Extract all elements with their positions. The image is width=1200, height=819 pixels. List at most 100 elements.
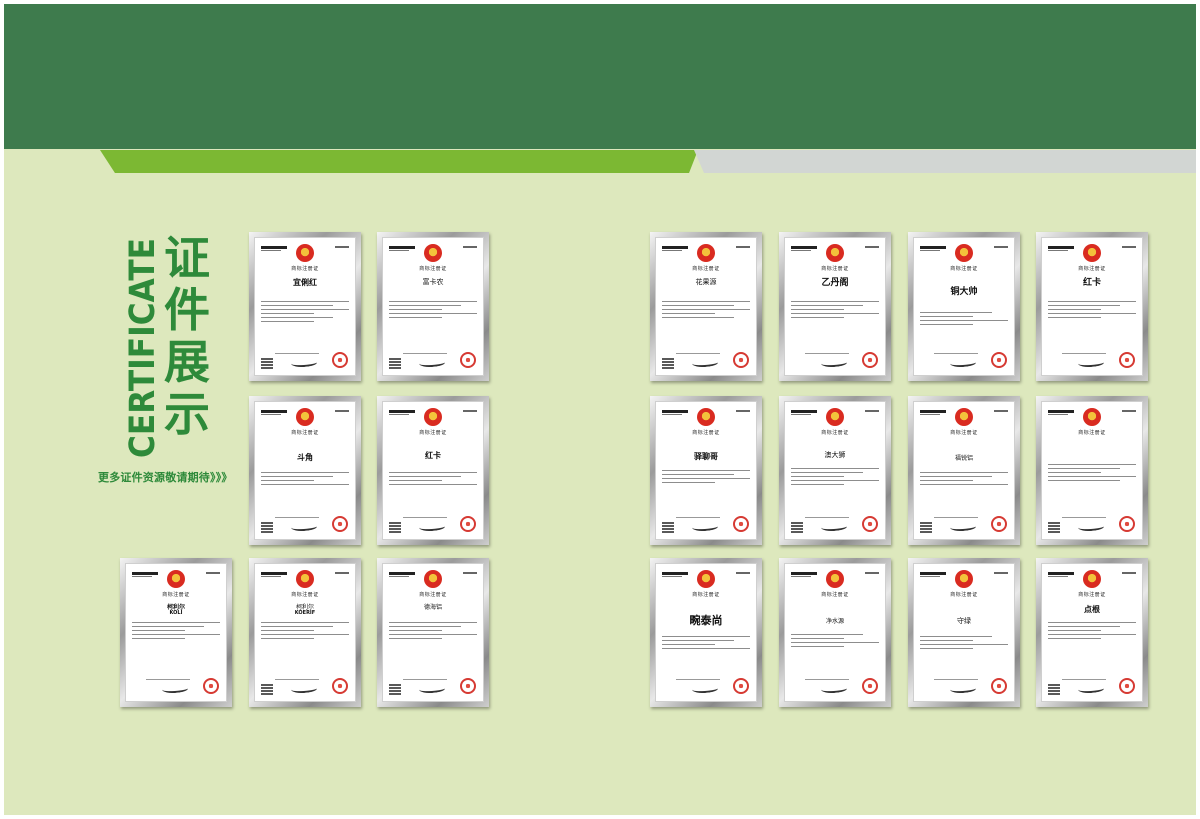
qr-code-icon [662,521,674,533]
trademark-name: 澳大狮 [824,451,846,459]
certificate-heading: 商标注册证 [419,266,447,272]
certificate-heading: 商标注册证 [419,592,447,598]
qr-code-icon [791,521,803,533]
official-seal-icon [1119,516,1135,532]
title-char: 证 [164,231,210,285]
national-emblem-icon [955,408,973,426]
certificate-heading: 商标注册证 [419,430,447,436]
official-seal-icon [991,352,1007,368]
trademark-name: 净水源 [825,618,844,625]
signature [691,357,719,369]
certificate-heading: 商标注册证 [950,430,978,436]
signature [418,357,446,369]
signature [820,357,848,369]
certificate-heading: 商标注册证 [291,430,319,436]
signature [691,683,719,695]
national-emblem-icon [826,408,844,426]
more-coming-text: 更多证件资源敬请期待》》》 [98,471,233,484]
signature [1077,521,1105,533]
national-emblem-icon [955,570,973,588]
certificate-heading: 商标注册证 [162,592,190,598]
official-seal-icon [460,352,476,368]
signature [820,683,848,695]
official-seal-icon [991,516,1007,532]
certificate-heading: 商标注册证 [692,430,720,436]
certificate-frame: 商标注册证 点根 [1036,558,1148,707]
qr-code-icon [261,521,273,533]
qr-code-icon [389,683,401,695]
certificate-frame: 商标注册证 斗角 [249,396,361,545]
trademark-name: 守绿 [957,617,971,625]
trademark-subtitle: KOERIF [294,610,316,616]
certificate-frame: 商标注册证 澳大狮 [779,396,891,545]
official-seal-icon [460,516,476,532]
national-emblem-icon [697,244,715,262]
national-emblem-icon [1083,244,1101,262]
signature [1077,683,1105,695]
certificate-frame: 商标注册证 铜大帅 [908,232,1020,381]
certificate-frame: 商标注册证 驿聊哥 [650,396,762,545]
certificate-frame: 商标注册证 花果源 [650,232,762,381]
official-seal-icon [733,678,749,694]
certificate-frame: 商标注册证 净水源 [779,558,891,707]
gray-stripe [694,150,1196,173]
trademark-name: 红卡 [425,451,441,460]
trademark-name: 畹泰尚 [689,614,723,627]
national-emblem-icon [424,408,442,426]
trademark-subtitle: KOLI [169,610,183,616]
certificate-frame: 商标注册证 畹泰尚 [650,558,762,707]
official-seal-icon [203,678,219,694]
national-emblem-icon [296,570,314,588]
official-seal-icon [733,516,749,532]
certificate-heading: 商标注册证 [1078,266,1106,272]
certificate-frame: 商标注册证 德海铝 [377,558,489,707]
signature [418,521,446,533]
title-english: CERTIFICATE [124,238,160,458]
svg-text:CERTIFICATE: CERTIFICATE [124,238,160,458]
signature [949,521,977,533]
trademark-name: 点根 [1084,605,1100,614]
national-emblem-icon [826,244,844,262]
trademark-name: 乙丹阁 [821,278,849,288]
certificate-heading: 商标注册证 [950,266,978,272]
official-seal-icon [332,516,348,532]
trademark-name: 斗角 [297,453,313,462]
title-chinese: 证 件 展 示 [160,232,214,440]
signature [418,683,446,695]
trademark-name: 铜大帅 [950,287,978,297]
certificate-frame: 商标注册证 守绿 [908,558,1020,707]
official-seal-icon [862,516,878,532]
qr-code-icon [389,357,401,369]
national-emblem-icon [697,408,715,426]
national-emblem-icon [296,244,314,262]
national-emblem-icon [826,570,844,588]
qr-code-icon [261,357,273,369]
signature [1077,357,1105,369]
trademark-name: 红卡 [1082,278,1101,288]
certificate-heading: 商标注册证 [950,592,978,598]
title-char: 件 [164,283,210,337]
certificate-frame: 商标注册证 宜俐红 [249,232,361,381]
national-emblem-icon [167,570,185,588]
signature [949,357,977,369]
official-seal-icon [1119,678,1135,694]
signature [949,683,977,695]
certificate-heading: 商标注册证 [821,430,849,436]
official-seal-icon [1119,352,1135,368]
certificate-frame: 商标注册证 柯利尔 KOLI [120,558,232,707]
national-emblem-icon [296,408,314,426]
national-emblem-icon [424,244,442,262]
official-seal-icon [991,678,1007,694]
certificate-heading: 商标注册证 [692,592,720,598]
official-seal-icon [862,352,878,368]
certificate-heading: 商标注册证 [692,266,720,272]
certificate-frame: 商标注册证 红卡 [1036,232,1148,381]
qr-code-icon [662,357,674,369]
trademark-name: 福锐铝 [954,455,973,462]
qr-code-icon [261,683,273,695]
certificate-display-page: CERTIFICATE 证 件 展 示 更多证件资源敬请期待》》》 商标注册证 … [4,4,1196,815]
national-emblem-icon [697,570,715,588]
signature [290,357,318,369]
national-emblem-icon [955,244,973,262]
official-seal-icon [862,678,878,694]
